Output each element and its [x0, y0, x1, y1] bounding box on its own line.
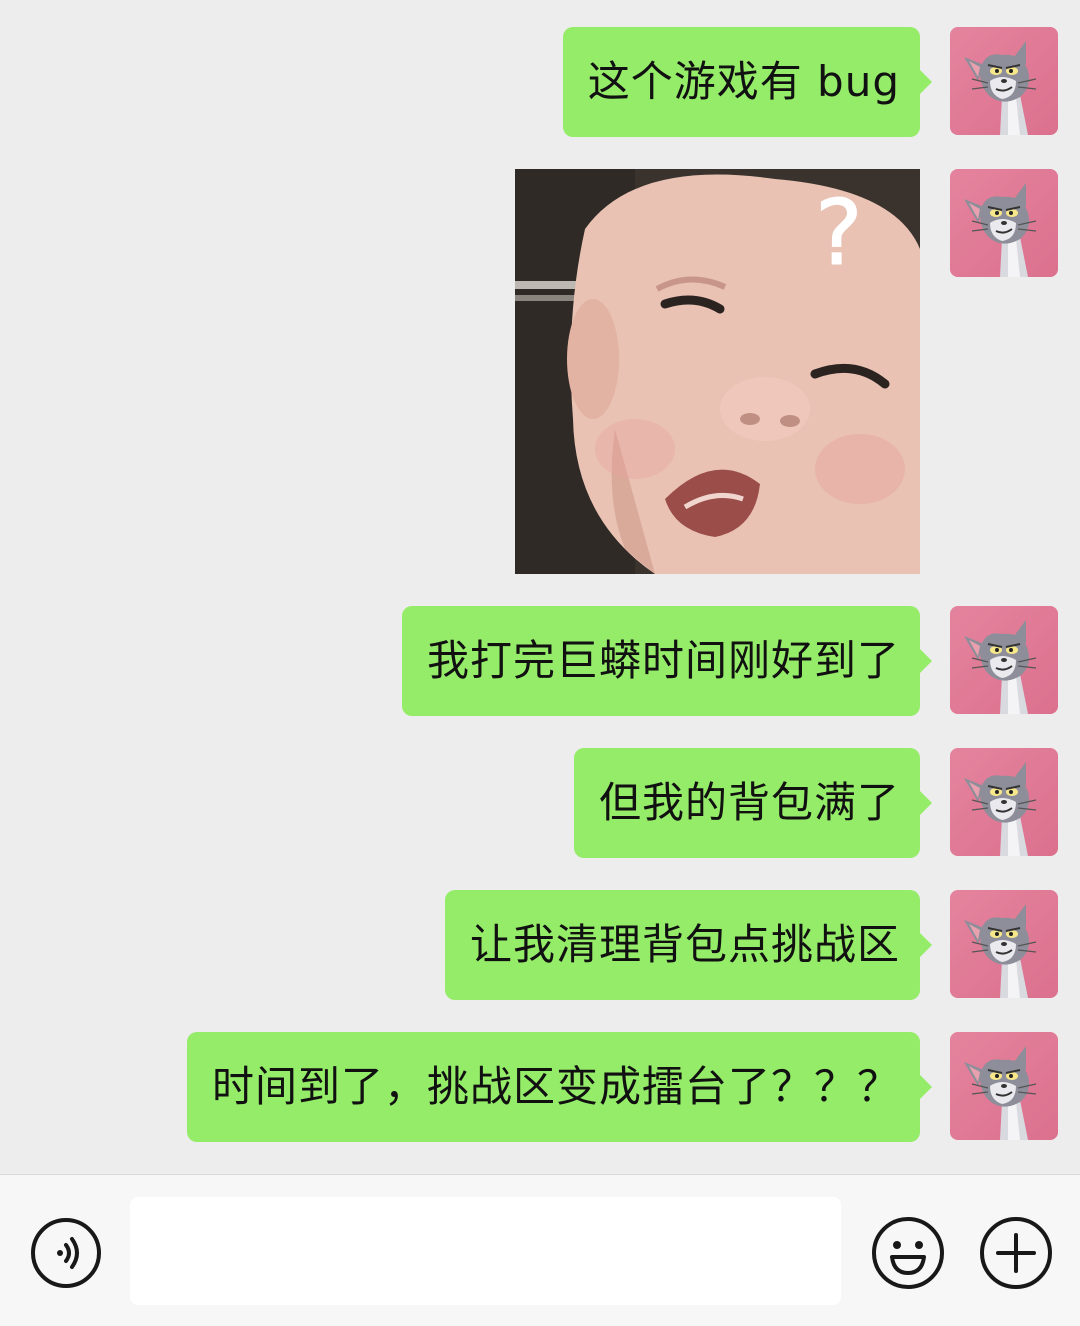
message-bubble[interactable]: 这个游戏有 bug — [562, 27, 933, 137]
tom-cat-avatar-icon — [950, 748, 1058, 856]
input-bar — [0, 1174, 1080, 1326]
avatar[interactable] — [950, 748, 1058, 856]
message-bubble[interactable]: 我打完巨蟒时间刚好到了 — [401, 606, 933, 716]
confused-baby-sticker: ? — [515, 169, 920, 574]
tom-cat-avatar-icon — [950, 890, 1058, 998]
message-bubble[interactable]: 让我清理背包点挑战区 — [444, 890, 933, 1000]
message-bubble[interactable]: 但我的背包满了 — [573, 748, 933, 858]
message-row: 这个游戏有 bug — [562, 27, 1058, 137]
chat-message-list[interactable]: 这个游戏有 bug ? 我打完巨蟒时间刚好到了 但我的背包满了 让我清理背包点挑… — [0, 0, 1080, 1174]
message-row: ? — [515, 169, 1058, 574]
voice-icon — [31, 1218, 101, 1288]
avatar[interactable] — [950, 606, 1058, 714]
voice-button[interactable] — [30, 1217, 102, 1289]
avatar[interactable] — [950, 1032, 1058, 1140]
message-input[interactable] — [130, 1197, 841, 1305]
message-row: 我打完巨蟒时间刚好到了 — [401, 606, 1058, 716]
message-row: 让我清理背包点挑战区 — [444, 890, 1058, 1000]
avatar[interactable] — [950, 27, 1058, 135]
message-bubble[interactable]: 时间到了，挑战区变成擂台了？？？ — [186, 1032, 933, 1142]
sticker-image[interactable]: ? — [515, 169, 920, 574]
emoji-button[interactable] — [870, 1215, 946, 1291]
message-row: 但我的背包满了 — [573, 748, 1058, 858]
plus-icon — [980, 1217, 1052, 1289]
tom-cat-avatar-icon — [950, 27, 1058, 135]
emoji-icon — [872, 1217, 944, 1289]
sticker-question-mark: ? — [815, 181, 863, 286]
tom-cat-avatar-icon — [950, 606, 1058, 714]
tom-cat-avatar-icon — [950, 1032, 1058, 1140]
avatar[interactable] — [950, 890, 1058, 998]
avatar[interactable] — [950, 169, 1058, 277]
message-row: 时间到了，挑战区变成擂台了？？？ — [186, 1032, 1058, 1142]
tom-cat-avatar-icon — [950, 169, 1058, 277]
more-button[interactable] — [978, 1215, 1054, 1291]
